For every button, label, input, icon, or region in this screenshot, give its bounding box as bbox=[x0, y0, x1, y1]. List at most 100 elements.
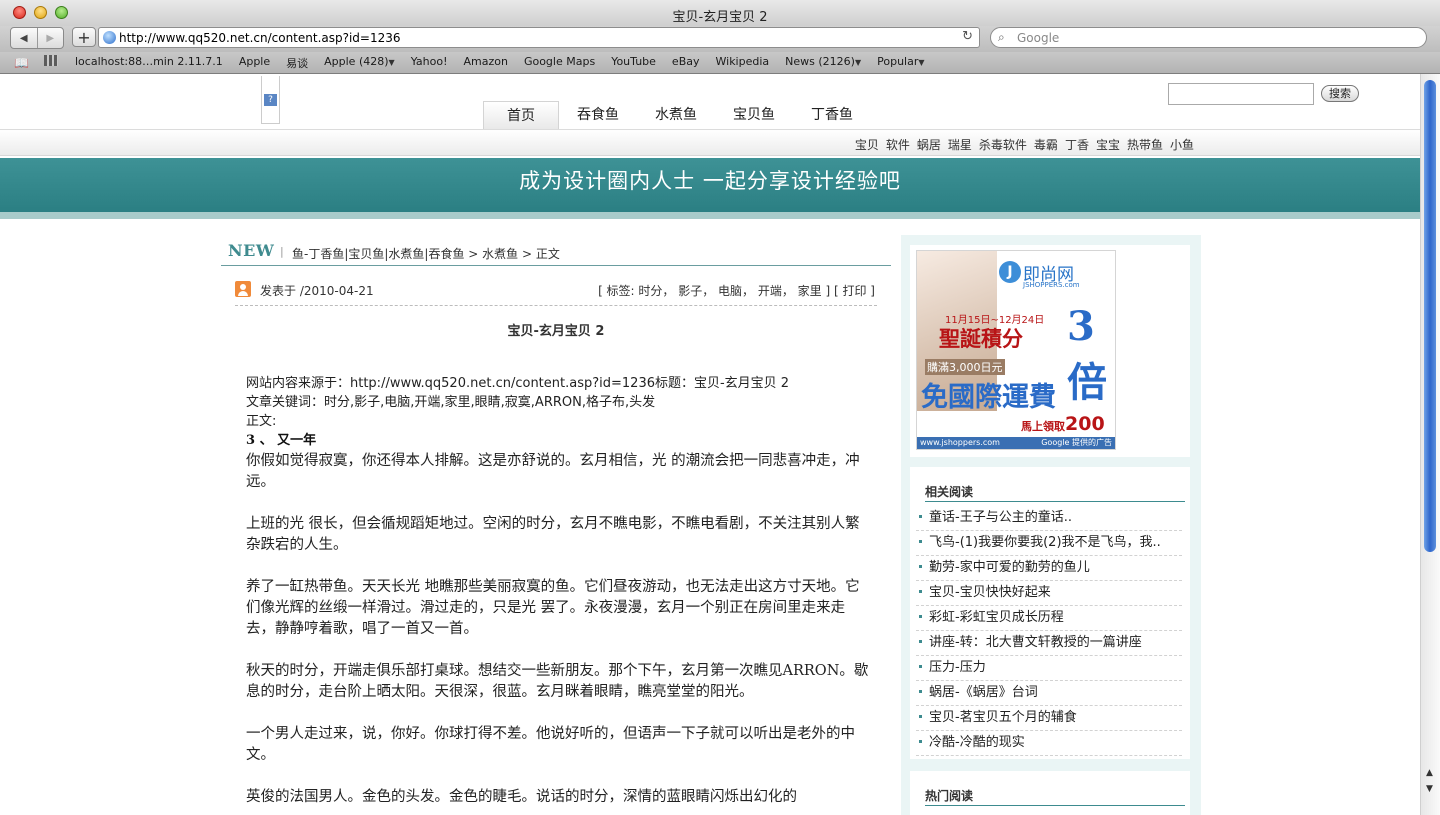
section-heading: 3 、 又一年 bbox=[246, 433, 317, 448]
related-item[interactable]: 勤劳-家中可爱的勤劳的鱼儿 bbox=[916, 556, 1182, 581]
ad-coupon-number: 200 bbox=[1065, 413, 1105, 435]
tag-links: 宝贝 软件 蜗居 瑞星 杀毒软件 毒霸 丁香 宝宝 热带鱼 小鱼 bbox=[855, 136, 1194, 153]
bookmark-item[interactable]: localhost:88…min 2.11.7.1 bbox=[75, 55, 223, 71]
bookmark-item[interactable]: Popular▼ bbox=[877, 55, 924, 71]
related-item[interactable]: 宝贝-茗宝贝五个月的辅食 bbox=[916, 706, 1182, 731]
bullet-icon bbox=[919, 589, 922, 593]
related-link[interactable]: 压力-压力 bbox=[929, 660, 986, 675]
bookmark-label: Wikipedia bbox=[715, 55, 770, 68]
ad-url[interactable]: www.jshoppers.com bbox=[920, 437, 1000, 449]
related-item[interactable]: 宝贝-宝贝快快好起来 bbox=[916, 581, 1182, 606]
dropdown-arrow-icon: ▼ bbox=[918, 58, 925, 67]
bookmark-item[interactable]: Amazon bbox=[463, 55, 507, 71]
related-item[interactable]: 飞鸟-(1)我要你要我(2)我不是飞鸟，我.. bbox=[916, 531, 1182, 556]
related-item[interactable]: 讲座-转：北大曹文轩教授的一篇讲座 bbox=[916, 631, 1182, 656]
url-input[interactable] bbox=[119, 30, 949, 45]
bookmark-item[interactable]: 易谈 bbox=[286, 55, 308, 71]
bookmark-item[interactable]: eBay bbox=[672, 55, 700, 71]
related-item[interactable]: 蜗居-《蜗居》台词 bbox=[916, 681, 1182, 706]
bookmark-label: YouTube bbox=[611, 55, 656, 68]
tag-link[interactable]: 瑞星 bbox=[948, 136, 972, 153]
related-item[interactable]: 彩虹-彩虹宝贝成长历程 bbox=[916, 606, 1182, 631]
nav-tab[interactable]: 吞食鱼 bbox=[559, 101, 637, 129]
paragraphs: 你假如觉得寂寞，你还得本人排解。这是亦舒说的。玄月相信，光 的潮流会把一同悲喜冲… bbox=[246, 451, 874, 808]
bullet-icon bbox=[919, 714, 922, 718]
banner-divider bbox=[0, 212, 1420, 219]
forward-button[interactable]: ▶ bbox=[36, 28, 64, 48]
reload-icon[interactable]: ↻ bbox=[962, 29, 973, 44]
print-link[interactable]: [ 打印 ] bbox=[834, 284, 875, 298]
ad-provider[interactable]: Google 提供的广告 bbox=[1041, 437, 1112, 449]
related-link[interactable]: 童话-王子与公主的童话.. bbox=[929, 510, 1072, 525]
tag-link[interactable]: 蜗居 bbox=[917, 136, 941, 153]
bookmark-item[interactable]: Apple (428)▼ bbox=[324, 55, 395, 71]
bookmark-item[interactable]: YouTube bbox=[611, 55, 656, 71]
bookmark-label: Yahoo! bbox=[410, 55, 448, 68]
related-link[interactable]: 蜗居-《蜗居》台词 bbox=[929, 685, 1038, 700]
site-search-button[interactable]: 搜索 bbox=[1321, 85, 1359, 102]
related-link[interactable]: 飞鸟-(1)我要你要我(2)我不是飞鸟，我.. bbox=[929, 535, 1161, 550]
bookmark-item[interactable]: Google Maps bbox=[524, 55, 595, 71]
back-button[interactable]: ◀ bbox=[11, 28, 37, 48]
nav-tab[interactable]: 水煮鱼 bbox=[637, 101, 715, 129]
address-bar: ↻ bbox=[98, 27, 980, 48]
ad-free-shipping: 免國際運費 bbox=[921, 382, 1056, 413]
tag-link[interactable]: 宝宝 bbox=[1096, 136, 1120, 153]
ad-coupon-prefix: 馬上領取 bbox=[1021, 420, 1065, 433]
nav-tab[interactable]: 首页 bbox=[483, 101, 559, 130]
tag-link[interactable]: 小鱼 bbox=[1170, 136, 1194, 153]
tag-link[interactable]: 热带鱼 bbox=[1127, 136, 1163, 153]
bookmark-list: localhost:88…min 2.11.7.1 Apple 易谈 Apple (4… bbox=[75, 55, 925, 71]
bullet-icon bbox=[919, 689, 922, 693]
bookmark-label: News (2126) bbox=[785, 55, 855, 68]
tag-link[interactable]: 杀毒软件 bbox=[979, 136, 1027, 153]
jshoppers-ad[interactable]: J 即尚网 JSHOPPERS.com 11月15日~12月24日 聖誕積分 3… bbox=[916, 250, 1116, 450]
related-item[interactable]: 冷酷-冷酷的现实 bbox=[916, 731, 1182, 756]
related-item[interactable]: 童话-王子与公主的童话.. bbox=[916, 506, 1182, 531]
related-link[interactable]: 讲座-转：北大曹文轩教授的一篇讲座 bbox=[929, 635, 1142, 650]
nav-tab[interactable]: 宝贝鱼 bbox=[715, 101, 793, 129]
top-sites-grid-icon[interactable] bbox=[44, 55, 58, 66]
related-link[interactable]: 勤劳-家中可爱的勤劳的鱼儿 bbox=[929, 560, 1090, 575]
bookmark-item[interactable]: Wikipedia bbox=[716, 55, 770, 71]
related-link[interactable]: 宝贝-宝贝快快好起来 bbox=[929, 585, 1051, 600]
bookmark-label: Apple (428) bbox=[324, 55, 389, 68]
bookmark-label: Amazon bbox=[463, 55, 508, 68]
bullet-icon bbox=[919, 664, 922, 668]
scroll-thumb[interactable] bbox=[1424, 80, 1436, 552]
site-logo[interactable]: ? bbox=[261, 76, 280, 124]
page-scrollbar[interactable]: ▲ ▼ bbox=[1420, 74, 1440, 815]
article-title: 宝贝-玄月宝贝 2 bbox=[507, 324, 605, 339]
add-bookmark-button[interactable]: + bbox=[72, 27, 96, 47]
related-link[interactable]: 彩虹-彩虹宝贝成长历程 bbox=[929, 610, 1064, 625]
article-tags: [ 标签: 时分， 影子， 电脑， 开端， 家里 ] [ 打印 ] bbox=[598, 282, 875, 299]
bullet-icon bbox=[919, 739, 922, 743]
ad-subtext: 購滿3,000日元 bbox=[925, 359, 1005, 375]
article-paragraph: 秋天的时分，开端走俱乐部打桌球。想结交一些新朋友。那个下午，玄月第一次瞧见ARR… bbox=[246, 663, 869, 700]
bookmarks-book-icon[interactable]: 📖 bbox=[14, 56, 29, 70]
site-search-input[interactable] bbox=[1168, 83, 1314, 105]
breadcrumb-path[interactable]: 鱼-丁香鱼|宝贝鱼|水煮鱼|吞食鱼 > 水煮鱼 > 正文 bbox=[292, 245, 560, 262]
bullet-icon bbox=[919, 514, 922, 518]
banner-slogan: 成为设计圈内人士 一起分享设计经验吧 bbox=[519, 169, 901, 193]
related-link[interactable]: 冷酷-冷酷的现实 bbox=[929, 735, 1025, 750]
tag-link[interactable]: 丁香 bbox=[1065, 136, 1089, 153]
bookmark-item[interactable]: News (2126)▼ bbox=[785, 55, 861, 71]
browser-search-input[interactable] bbox=[1017, 30, 1407, 45]
scroll-up-arrow-icon[interactable]: ▲ bbox=[1426, 768, 1433, 778]
nav-tab[interactable]: 丁香鱼 bbox=[793, 101, 871, 129]
bullet-icon bbox=[919, 564, 922, 568]
bullet-icon bbox=[919, 639, 922, 643]
bookmark-item[interactable]: Apple bbox=[239, 55, 270, 71]
bookmark-item[interactable]: Yahoo! bbox=[411, 55, 448, 71]
tag-link[interactable]: 软件 bbox=[886, 136, 910, 153]
source-line: 网站内容来源于：http://www.qq520.net.cn/content.… bbox=[246, 376, 790, 391]
tag-link[interactable]: 毒霸 bbox=[1034, 136, 1058, 153]
tag-list[interactable]: [ 标签: 时分， 影子， 电脑， 开端， 家里 ] bbox=[598, 284, 830, 298]
scroll-down-arrow-icon[interactable]: ▼ bbox=[1426, 784, 1433, 794]
globe-icon bbox=[103, 31, 116, 44]
ad-multiplier: 3倍 bbox=[1067, 303, 1107, 406]
related-link[interactable]: 宝贝-茗宝贝五个月的辅食 bbox=[929, 710, 1077, 725]
related-item[interactable]: 压力-压力 bbox=[916, 656, 1182, 681]
tag-link[interactable]: 宝贝 bbox=[855, 136, 879, 153]
